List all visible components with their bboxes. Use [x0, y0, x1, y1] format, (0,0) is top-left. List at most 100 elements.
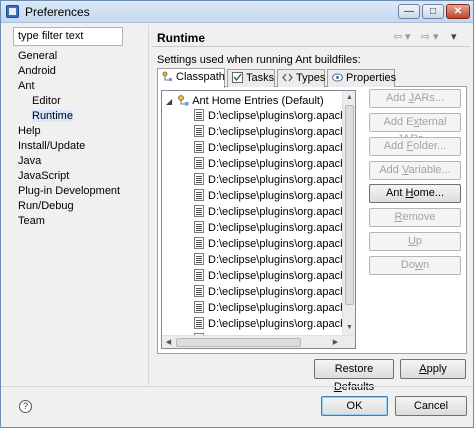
- tree-item-label: General: [18, 50, 58, 62]
- tree-item-javascript[interactable]: JavaScript: [18, 169, 69, 184]
- jar-file-icon: [194, 317, 204, 329]
- classpath-list[interactable]: ◢ Ant Home Entries (Default) D:\eclipse\…: [161, 90, 356, 349]
- vertical-scrollbar[interactable]: ▲ ▼: [342, 91, 355, 335]
- window-title: Preferences: [25, 5, 90, 19]
- classpath-entry-path: D:\eclipse\plugins\org.apache.ant: [208, 174, 356, 186]
- restore-defaults-mnemonic: D: [333, 381, 342, 393]
- tab-types[interactable]: Types: [277, 69, 325, 87]
- back-menu-icon[interactable]: ▾: [405, 30, 411, 44]
- jar-file-icon: [194, 157, 204, 169]
- add-external-jars-button[interactable]: Add External JARs...: [369, 113, 461, 145]
- cancel-button[interactable]: Cancel: [395, 396, 467, 416]
- app-icon: [6, 5, 19, 18]
- ok-button[interactable]: OK: [321, 396, 388, 416]
- button-text-end: older...: [413, 140, 447, 152]
- filter-input[interactable]: type filter text: [13, 27, 123, 46]
- tree-item-install-update[interactable]: Install/Update: [18, 139, 85, 154]
- tree-item-label: Run/Debug: [18, 200, 74, 212]
- classpath-entry-path: D:\eclipse\plugins\org.apache.ant: [208, 142, 356, 154]
- classpath-entry[interactable]: D:\eclipse\plugins\org.apache.ant: [194, 188, 355, 204]
- classpath-entry[interactable]: D:\eclipse\plugins\org.apache.ant: [194, 316, 355, 332]
- ant-home-button[interactable]: Ant Home...: [369, 184, 461, 203]
- button-text: Add: [379, 164, 402, 176]
- button-text: Add E: [383, 116, 414, 128]
- pane-divider[interactable]: [148, 25, 149, 385]
- button-text: Ant: [385, 187, 406, 199]
- tree-item-android[interactable]: Android: [18, 64, 56, 79]
- tree-item-general[interactable]: General: [18, 49, 57, 64]
- horizontal-scroll-thumb[interactable]: [176, 338, 301, 347]
- header-separator: [152, 46, 470, 47]
- button-text: Add: [385, 92, 409, 104]
- tree-item-run-debug[interactable]: Run/Debug: [18, 199, 74, 214]
- scroll-down-icon[interactable]: ▼: [343, 321, 355, 334]
- tree-item-label: Install/Update: [18, 140, 86, 152]
- classpath-entry[interactable]: D:\eclipse\plugins\org.apache.ant: [194, 284, 356, 300]
- classpath-entry-path: D:\eclipse\plugins\org.apache.ant: [208, 254, 356, 266]
- button-text: Do: [400, 259, 415, 271]
- jar-file-icon: [194, 173, 204, 185]
- scroll-left-icon[interactable]: ◀: [162, 336, 175, 348]
- vertical-scroll-thumb[interactable]: [345, 105, 354, 305]
- horizontal-scrollbar[interactable]: ◀ ▶: [162, 335, 355, 348]
- jar-file-icon: [194, 189, 204, 201]
- apply-button[interactable]: Apply: [400, 359, 466, 379]
- classpath-entry[interactable]: D:\eclipse\plugins\org.apache.ant: [194, 252, 356, 268]
- classpath-entry[interactable]: D:\eclipse\plugins\org.apache.ant: [194, 220, 355, 236]
- classpath-entry[interactable]: D:\eclipse\plugins\org.apache.ant: [194, 236, 355, 252]
- jar-file-icon: [194, 301, 204, 313]
- apply-mnemonic: A: [419, 363, 427, 375]
- classpath-entry-path: D:\eclipse\plugins\org.apache.ant: [208, 270, 356, 282]
- view-menu-icon[interactable]: ▾: [451, 30, 457, 44]
- tree-item-team[interactable]: Team: [18, 214, 45, 229]
- tab-tasks[interactable]: Tasks: [227, 69, 275, 87]
- tab-classpath[interactable]: Classpath: [157, 68, 225, 88]
- forward-icon[interactable]: ⇨: [421, 30, 430, 44]
- add-variable-button[interactable]: Add Variable...: [369, 161, 461, 180]
- jar-file-icon: [194, 125, 204, 137]
- tree-item-help[interactable]: Help: [18, 124, 41, 139]
- classpath-entry[interactable]: D:\eclipse\plugins\org.apache.ant: [194, 204, 355, 220]
- tree-item-runtime[interactable]: Runtime: [32, 109, 73, 124]
- scroll-right-icon[interactable]: ▶: [329, 336, 342, 348]
- tab-properties[interactable]: Properties: [327, 69, 396, 87]
- classpath-entry[interactable]: D:\eclipse\plugins\org.apache.ant: [194, 108, 355, 124]
- back-icon[interactable]: ⇦: [393, 30, 402, 44]
- title-bar[interactable]: Preferences — □ ✕: [1, 1, 473, 23]
- down-button[interactable]: Down: [369, 256, 461, 275]
- tree-item-ant[interactable]: Ant: [18, 79, 35, 94]
- preferences-window: Preferences — □ ✕ type filter text Gener…: [0, 0, 474, 428]
- tree-item-editor[interactable]: Editor: [32, 94, 61, 109]
- classpath-entry-path: D:\eclipse\plugins\org.apache.ant: [208, 302, 356, 314]
- tree-item-java[interactable]: Java: [18, 154, 41, 169]
- expand-icon[interactable]: ◢: [166, 97, 172, 106]
- tree-item-label: Help: [18, 125, 41, 137]
- button-text: Add: [383, 140, 407, 152]
- add-jars-button[interactable]: Add JARs...: [369, 89, 461, 108]
- classpath-entry[interactable]: D:\eclipse\plugins\org.apache.ant: [194, 124, 355, 140]
- add-folder-button[interactable]: Add Folder...: [369, 137, 461, 156]
- jar-file-icon: [194, 141, 204, 153]
- classpath-entry[interactable]: D:\eclipse\plugins\org.apache.ant: [194, 172, 356, 188]
- up-button[interactable]: Up: [369, 232, 461, 251]
- classpath-entry[interactable]: D:\eclipse\plugins\org.apache.ant: [194, 268, 356, 284]
- close-button[interactable]: ✕: [446, 4, 470, 19]
- types-icon: [282, 72, 293, 83]
- tree-item-plug-in-development[interactable]: Plug-in Development: [18, 184, 120, 199]
- classpath-entry[interactable]: D:\eclipse\plugins\org.apache.ant: [194, 156, 355, 172]
- classpath-entry[interactable]: D:\eclipse\plugins\org.apache.ant: [194, 300, 356, 316]
- jar-file-icon: [194, 109, 204, 121]
- restore-defaults-button[interactable]: Restore Defaults: [314, 359, 394, 393]
- button-text-end: p: [415, 235, 423, 247]
- maximize-button[interactable]: □: [422, 4, 444, 19]
- forward-menu-icon[interactable]: ▾: [433, 30, 439, 44]
- tab-label: Tasks: [246, 72, 275, 84]
- minimize-button[interactable]: —: [398, 4, 420, 19]
- ant-home-entries[interactable]: ◢ Ant Home Entries (Default): [166, 93, 324, 109]
- classpath-entry-path: D:\eclipse\plugins\org.apache.ant: [208, 286, 356, 298]
- tree-item-label: Team: [18, 215, 45, 227]
- classpath-entry[interactable]: D:\eclipse\plugins\org.apache.ant: [194, 140, 356, 156]
- help-icon[interactable]: ?: [19, 400, 32, 413]
- scroll-up-icon[interactable]: ▲: [343, 91, 355, 104]
- remove-button[interactable]: Remove: [369, 208, 461, 227]
